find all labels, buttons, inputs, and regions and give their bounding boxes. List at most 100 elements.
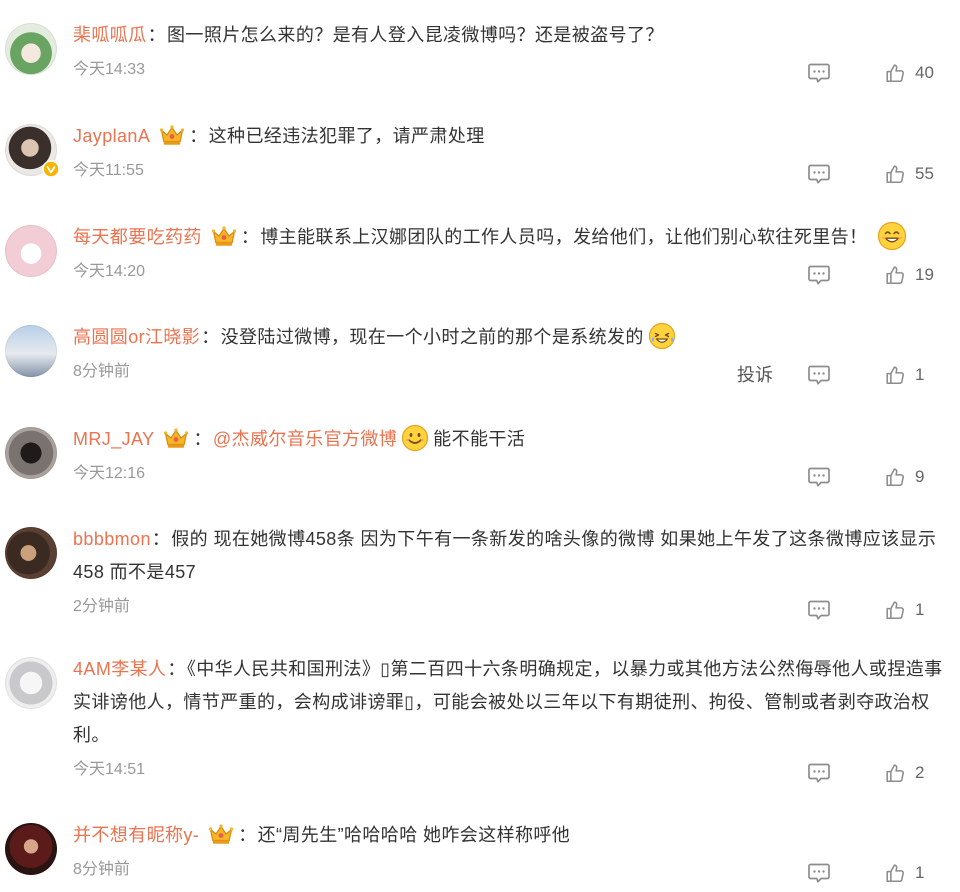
- comment-time: 今天14:51: [73, 761, 146, 778]
- like-button[interactable]: 1: [884, 862, 924, 884]
- comment-text: JayplanA ：这种已经违法犯罪了，请严肃处理: [73, 120, 945, 153]
- username-link[interactable]: MRJ_JAY: [73, 429, 154, 449]
- comment-body: 每天都要吃药药 ：博主能联系上汉娜团队的工作人员吗，发给他们，让他们别心软往死里告…: [73, 221, 945, 285]
- thumbs-up-icon: [884, 163, 906, 185]
- comment-icon: [807, 264, 831, 286]
- reply-button[interactable]: [807, 264, 831, 286]
- comment-text: 高圆圆or江晓影：没登陆过微博，现在一个小时之前的那个是系统发的: [73, 321, 945, 354]
- like-count: 19: [915, 265, 934, 284]
- comment-time: 8分钟前: [73, 363, 130, 380]
- comment-meta: 8分钟前 1: [73, 857, 945, 883]
- user-avatar[interactable]: [5, 124, 60, 178]
- user-avatar[interactable]: [5, 225, 57, 277]
- username-link[interactable]: bbbbmon: [73, 529, 151, 549]
- thumbs-up-icon: [884, 862, 906, 884]
- username-link[interactable]: 并不想有昵称y-: [73, 825, 199, 845]
- reply-button[interactable]: [807, 466, 831, 488]
- thumbs-up-icon: [884, 762, 906, 784]
- username-link[interactable]: JayplanA: [73, 126, 150, 146]
- crown-badge-icon: [158, 123, 186, 147]
- thumbs-up-icon: [884, 364, 906, 386]
- comment-body: JayplanA ：这种已经违法犯罪了，请严肃处理 今天11:55 55: [73, 120, 945, 184]
- user-avatar[interactable]: [5, 657, 57, 709]
- reply-button[interactable]: [807, 163, 831, 185]
- reply-button[interactable]: [807, 762, 831, 784]
- smile-emoji: [878, 221, 907, 251]
- comment-time: 今天14:33: [73, 61, 146, 78]
- like-button[interactable]: 1: [884, 364, 924, 386]
- user-avatar[interactable]: [5, 325, 57, 377]
- comment-time: 今天11:55: [73, 162, 144, 179]
- comment-content: 图一照片怎么来的？是有人登入昆凌微博吗？还是被盗号了？: [167, 25, 664, 45]
- username-link[interactable]: 棐呱呱瓜: [73, 25, 147, 45]
- comment-meta: 8分钟前 投诉 1: [73, 359, 945, 385]
- reply-button[interactable]: [807, 364, 831, 386]
- thumbs-up-icon: [884, 62, 906, 84]
- comment-content: 还“周先生”哈哈哈哈 她咋会这样称呼他: [257, 825, 571, 845]
- comment-content: 《中华人民共和国刑法》▯第二百四十六条明确规定，以暴力或其他方法公然侮辱他人或捏…: [73, 659, 943, 745]
- user-avatar[interactable]: [5, 23, 57, 75]
- colon-separator: ：: [189, 126, 208, 146]
- comment-body: bbbbmon：假的 现在她微博458条 因为下午有一条新发的啥头像的微博 如果…: [73, 523, 945, 620]
- like-count: 55: [915, 164, 934, 183]
- comment-content: 假的 现在她微博458条 因为下午有一条新发的啥头像的微博 如果她上午发了这条微…: [73, 529, 937, 582]
- like-count: 2: [915, 763, 925, 782]
- thumbs-up-icon: [884, 599, 906, 621]
- comment-meta: 今天14:20 19: [73, 259, 945, 285]
- username-link[interactable]: 高圆圆or江晓影: [73, 327, 200, 347]
- user-avatar[interactable]: [5, 823, 57, 875]
- like-count: 1: [915, 863, 925, 882]
- reply-button[interactable]: [807, 599, 831, 621]
- comment-icon: [807, 163, 831, 185]
- colon-separator: ：: [151, 529, 171, 549]
- like-button[interactable]: 2: [884, 762, 924, 784]
- comment-meta: 今天12:16 9: [73, 461, 945, 487]
- comment-body: 棐呱呱瓜：图一照片怎么来的？是有人登入昆凌微博吗？还是被盗号了？ 今天14:33…: [73, 19, 945, 83]
- comment-icon: [807, 62, 831, 84]
- like-button[interactable]: 1: [884, 599, 924, 621]
- username-link[interactable]: 每天都要吃药药: [73, 227, 202, 247]
- colon-separator: ：: [238, 825, 257, 845]
- colon-separator: ：: [201, 327, 220, 347]
- comment-text: 并不想有昵称y- ：还“周先生”哈哈哈哈 她咋会这样称呼他: [73, 819, 945, 852]
- comment-content: 博主能联系上汉娜团队的工作人员吗，发给他们，让他们别心软往死里告！: [260, 227, 868, 247]
- thumbs-up-icon: [884, 466, 906, 488]
- comment-body: 并不想有昵称y- ：还“周先生”哈哈哈哈 她咋会这样称呼他 8分钟前 1: [73, 819, 945, 883]
- user-avatar[interactable]: [5, 427, 57, 479]
- comment-meta: 今天14:33 40: [73, 57, 945, 83]
- colon-separator: ：: [147, 25, 167, 45]
- username-link[interactable]: 4AM李某人: [73, 659, 166, 679]
- like-count: 9: [915, 467, 925, 486]
- like-button[interactable]: 9: [884, 466, 924, 488]
- comment-text: MRJ_JAY ：@杰威尔音乐官方微博 能不能干活: [73, 423, 945, 456]
- reply-button[interactable]: [807, 62, 831, 84]
- grin-emoji: [402, 424, 429, 452]
- like-button[interactable]: 55: [884, 163, 934, 185]
- comment-text: 4AM李某人：《中华人民共和国刑法》▯第二百四十六条明确规定，以暴力或其他方法公…: [73, 653, 945, 752]
- colon-separator: ：: [167, 659, 186, 679]
- comment-text: 棐呱呱瓜：图一照片怎么来的？是有人登入昆凌微博吗？还是被盗号了？: [73, 19, 945, 52]
- user-avatar[interactable]: [5, 527, 57, 579]
- comment-meta: 今天11:55 55: [73, 158, 945, 184]
- comment-icon: [807, 364, 831, 386]
- colon-separator: ：: [193, 429, 212, 449]
- comment-meta: 2分钟前 1: [73, 594, 945, 620]
- crown-badge-icon: [162, 426, 190, 450]
- crown-badge-icon: [207, 822, 235, 846]
- comment-content: 能不能干活: [433, 429, 526, 449]
- like-count: 1: [915, 365, 925, 384]
- like-count: 1: [915, 600, 925, 619]
- reply-button[interactable]: [807, 862, 831, 884]
- comment-content: 没登陆过微博，现在一个小时之前的那个是系统发的: [220, 327, 644, 347]
- like-button[interactable]: 40: [884, 62, 934, 84]
- crown-badge-icon: [210, 224, 238, 248]
- comment-content: 这种已经违法犯罪了，请严肃处理: [208, 126, 485, 146]
- comment-meta: 今天14:51 2: [73, 757, 945, 783]
- comment-time: 今天12:16: [73, 465, 146, 482]
- report-button[interactable]: 投诉: [737, 363, 773, 387]
- mention-link[interactable]: @杰威尔音乐官方微博: [213, 429, 397, 449]
- comment-icon: [807, 762, 831, 784]
- comment-icon: [807, 862, 831, 884]
- like-button[interactable]: 19: [884, 264, 934, 286]
- comment-time: 8分钟前: [73, 861, 130, 878]
